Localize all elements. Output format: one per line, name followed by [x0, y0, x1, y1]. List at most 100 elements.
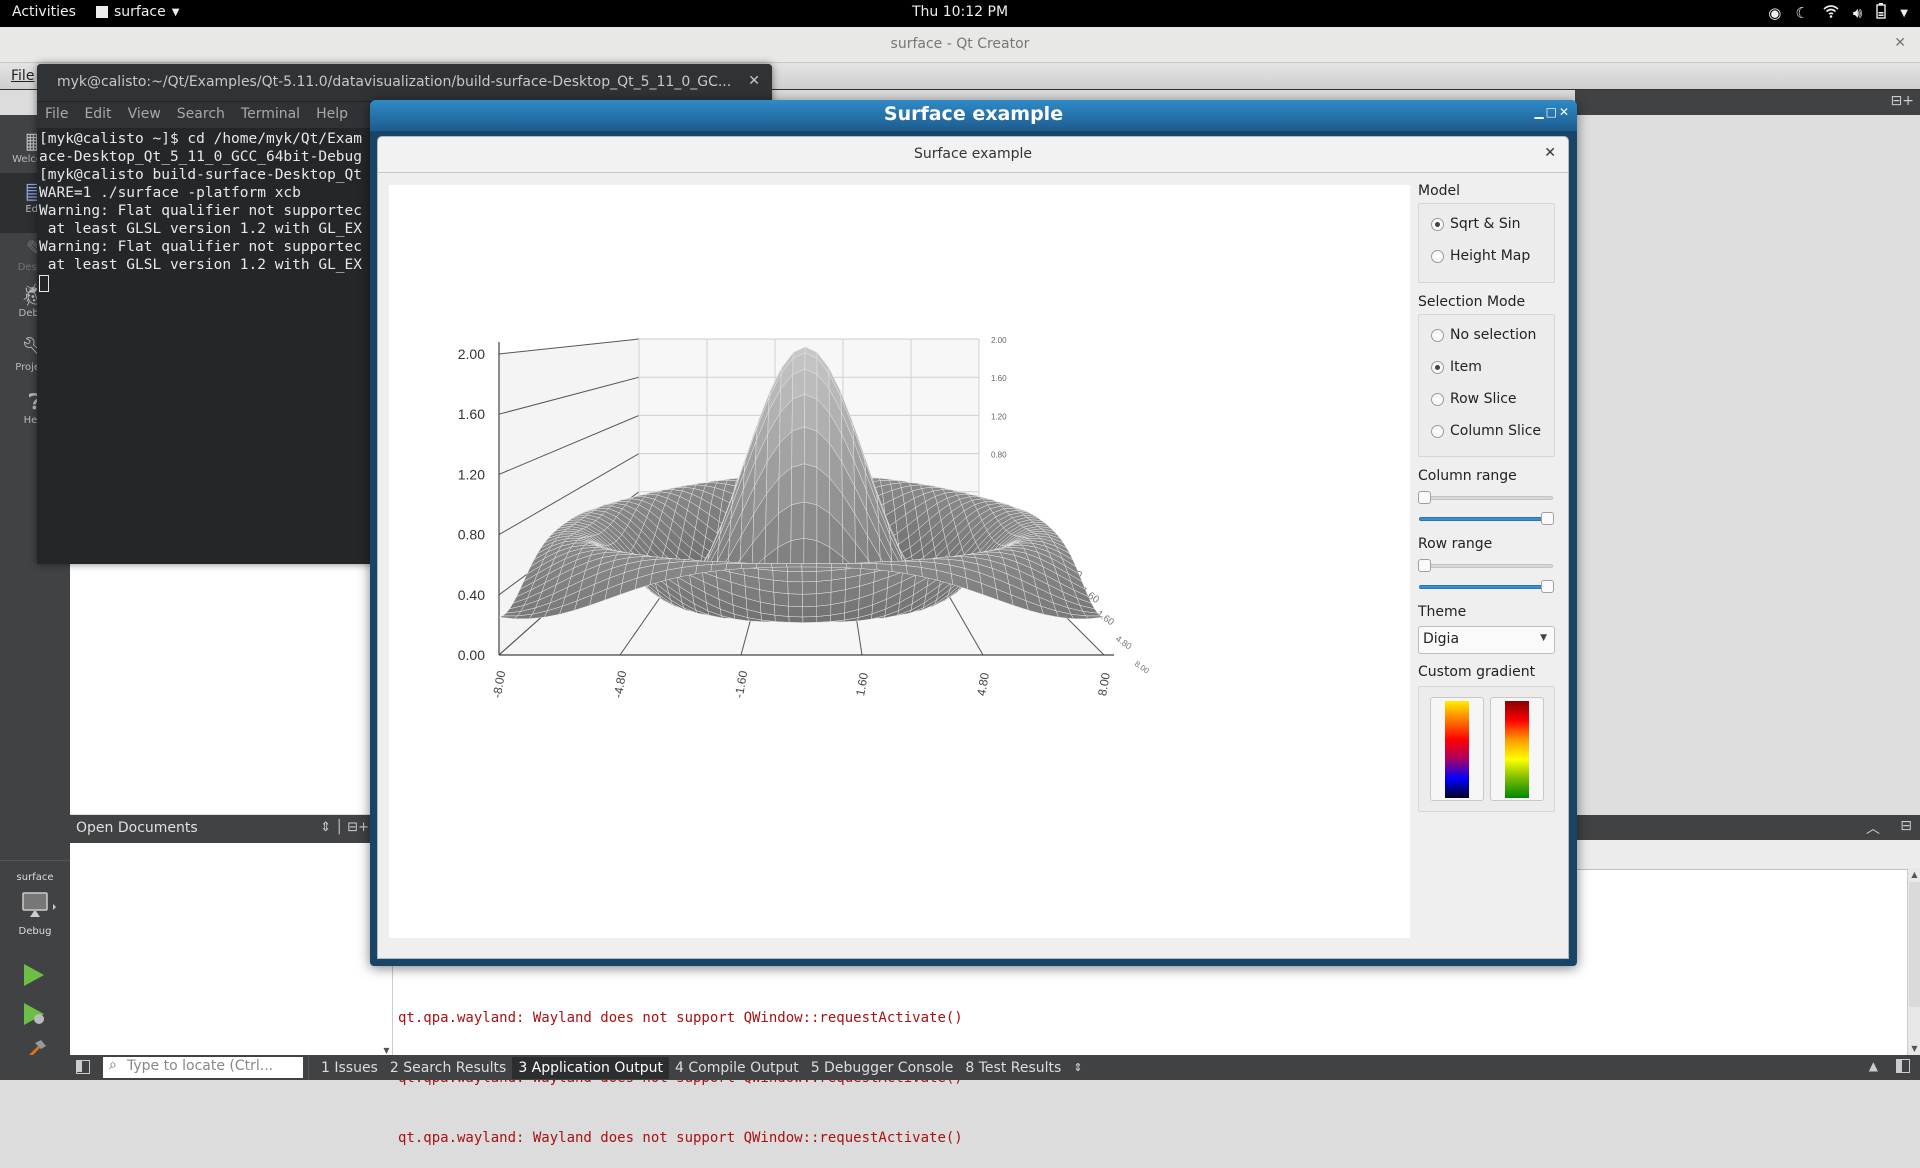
tab-debugger-console[interactable]: 5 Debugger Console [805, 1057, 960, 1079]
tab-issues[interactable]: 1 Issues [315, 1057, 384, 1079]
toggle-sidebar-icon[interactable] [76, 1060, 90, 1074]
terminal-menu-terminal[interactable]: Terminal [241, 106, 300, 128]
slider-handle[interactable] [1541, 580, 1554, 593]
terminal-menu-help[interactable]: Help [316, 106, 348, 128]
radio-indicator[interactable] [1431, 424, 1444, 438]
output-scrollbar-left[interactable]: ▼ [380, 965, 393, 1055]
tab-search-results[interactable]: 2 Search Results [384, 1057, 512, 1079]
radio-indicator[interactable] [1431, 217, 1444, 231]
column-range-min-slider[interactable] [1418, 491, 1555, 505]
kit-selector[interactable] [22, 892, 56, 922]
open-documents-title[interactable]: Open Documents [76, 820, 198, 836]
maximize-icon[interactable]: □ [1546, 105, 1559, 119]
tab-application-output[interactable]: 3 Application Output [512, 1056, 669, 1079]
slider-handle[interactable] [1418, 491, 1431, 504]
surface-cell [791, 394, 805, 432]
x-tick-label: -1.60 [732, 669, 751, 699]
volume-icon: 🔊︎ [1852, 4, 1863, 22]
radio-sqrt-sin[interactable]: Sqrt & Sin [1431, 216, 1521, 232]
tab-compile-output[interactable]: 4 Compile Output [669, 1057, 805, 1079]
terminal-menu-edit[interactable]: Edit [84, 106, 111, 128]
show-output-icon[interactable]: ▲ [1869, 1059, 1878, 1073]
radio-indicator[interactable] [1431, 360, 1444, 374]
gradient-two-button[interactable] [1490, 697, 1544, 801]
radio-label: Item [1450, 359, 1482, 375]
surface-cell [787, 581, 803, 595]
debug-run-icon [24, 1003, 44, 1025]
maximize-pane-icon[interactable]: ︿ [1866, 818, 1880, 838]
scroll-thumb[interactable] [1909, 882, 1920, 1007]
scroll-down-icon[interactable]: ▼ [380, 1046, 393, 1055]
sidebar-controls[interactable]: ⇕ │ ⊟+ [320, 820, 369, 835]
column-range-max-slider[interactable] [1418, 512, 1555, 526]
open-documents-list[interactable] [70, 843, 375, 1055]
radio-indicator[interactable] [1431, 392, 1444, 406]
surface-cell [788, 616, 804, 623]
slider-handle[interactable] [1541, 512, 1554, 525]
editor-blank-area [70, 564, 375, 814]
close-icon[interactable]: ✕ [1559, 105, 1571, 119]
gradient-one-button[interactable] [1430, 697, 1484, 801]
locator-input[interactable]: ⌕ Type to locate (Ctrl... [103, 1057, 303, 1078]
radio-row-slice[interactable]: Row Slice [1431, 391, 1517, 407]
clock[interactable]: Thu 10:12 PM [912, 4, 1008, 20]
custom-gradient-label: Custom gradient [1418, 664, 1536, 680]
radio-indicator[interactable] [1431, 249, 1444, 263]
terminal-menu-file[interactable]: File [45, 106, 68, 128]
surface-cell [787, 571, 803, 583]
row-range-max-slider[interactable] [1418, 580, 1555, 594]
location-icon: ◉ [1768, 4, 1782, 22]
radio-column-slice[interactable]: Column Slice [1431, 423, 1541, 439]
radio-height-map[interactable]: Height Map [1431, 248, 1530, 264]
surface-graph[interactable]: 0.00 0.40 0.80 1.20 1.60 2.00 0.80 1.20 1.60 2.00… [389, 185, 1410, 938]
close-icon[interactable]: ✕ [1544, 145, 1556, 161]
surface-cell [791, 463, 805, 506]
surface-cell [830, 577, 846, 593]
scroll-down-icon[interactable]: ▼ [1908, 1044, 1920, 1053]
more-tabs-icon[interactable]: ⇕ [1067, 1058, 1088, 1077]
app-icon [96, 6, 108, 18]
split-icon[interactable]: ⊟+ [1891, 93, 1914, 109]
slider-handle[interactable] [1418, 559, 1431, 572]
open-documents-header: Open Documents ⇕ │ ⊟+ [70, 815, 375, 843]
activities-button[interactable]: Activities [12, 4, 76, 20]
row-range-min-slider[interactable] [1418, 559, 1555, 573]
window-title: surface - Qt Creator [890, 36, 1030, 52]
output-line: qt.qpa.wayland: Wayland does not support… [398, 1130, 963, 1146]
debug-run-button[interactable] [24, 1003, 46, 1029]
output-scrollbar[interactable]: ▲ ▼ [1907, 868, 1920, 1055]
output-toolbar [1575, 840, 1920, 870]
terminal-menu-view[interactable]: View [128, 106, 161, 128]
surface-cell [804, 368, 818, 400]
surface-window-titlebar[interactable]: Surface example ▁□✕ [370, 100, 1577, 131]
radio-indicator[interactable] [1431, 328, 1444, 342]
menu-caret-icon: ▼ [1900, 7, 1908, 19]
system-tray[interactable]: ◉ ☾ 🔊︎ ▼ [1768, 3, 1908, 23]
locator-placeholder: Type to locate (Ctrl... [127, 1058, 274, 1074]
monitor-icon [22, 892, 56, 917]
menu-file[interactable]: File [11, 68, 34, 84]
surface-window-title: Surface example [883, 103, 1064, 125]
kit-build: Debug [18, 926, 52, 937]
surface-cell [772, 570, 789, 582]
minimize-icon[interactable]: ▁ [1534, 105, 1545, 119]
caret-down-icon: ▼ [1540, 633, 1547, 643]
run-button[interactable] [24, 964, 44, 990]
x-tick-label: 1.60 [853, 671, 871, 697]
surface-cell [801, 581, 817, 595]
terminal-menu-search[interactable]: Search [177, 106, 225, 128]
radio-no-selection[interactable]: No selection [1431, 327, 1536, 343]
surface-cell [773, 579, 789, 595]
toggle-right-sidebar-icon[interactable] [1896, 1059, 1910, 1073]
tab-test-results[interactable]: 8 Test Results [959, 1057, 1067, 1079]
surface-graph-svg[interactable]: 0.00 0.40 0.80 1.20 1.60 2.00 0.80 1.20 1.60 2.00… [389, 185, 1410, 938]
theme-combobox[interactable]: Digia ▼ [1418, 626, 1555, 654]
app-menu[interactable]: surface ▼ [96, 4, 179, 20]
close-pane-icon[interactable]: ⊟ [1900, 818, 1912, 834]
surface-cell [787, 593, 803, 607]
radio-item[interactable]: Item [1431, 359, 1482, 375]
close-icon[interactable]: ✕ [1894, 35, 1906, 51]
close-icon[interactable]: ✕ [748, 73, 760, 89]
radio-label: Row Slice [1450, 391, 1517, 407]
scroll-up-icon[interactable]: ▲ [1908, 870, 1920, 879]
